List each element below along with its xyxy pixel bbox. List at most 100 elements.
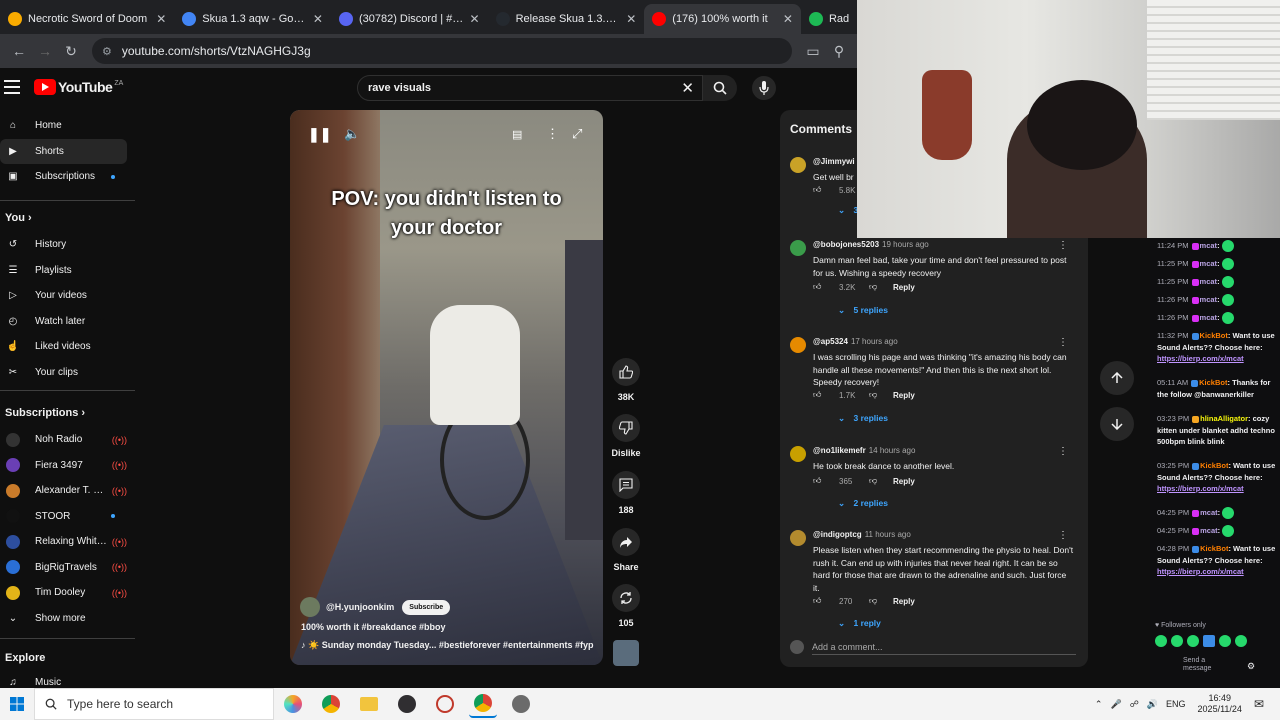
comment-author[interactable]: @ap5324 <box>813 337 848 346</box>
search-button[interactable] <box>703 75 737 101</box>
comment-author[interactable]: @indigoptcg <box>813 530 862 539</box>
chat-username[interactable]: KickBot <box>1200 331 1228 340</box>
previous-short-button[interactable] <box>1100 361 1134 395</box>
sidebar-item-watch-later[interactable]: ◴ Watch later <box>0 309 127 334</box>
more-options-icon[interactable]: ⋮ <box>546 126 559 142</box>
thumbs-down-icon[interactable]: 👎︎ <box>869 282 893 292</box>
like-button[interactable]: 38K <box>607 358 645 402</box>
chat-link[interactable]: https://bierp.com/x/mcat <box>1157 567 1244 576</box>
comment-author[interactable]: @Jimmywi <box>813 157 855 166</box>
commenter-avatar[interactable] <box>790 530 806 546</box>
chat-username[interactable]: KickBot <box>1200 461 1228 470</box>
copilot-icon[interactable] <box>279 690 307 718</box>
chat-username[interactable]: hlinaAlligator <box>1200 414 1248 423</box>
sidebar-subscription[interactable]: BigRigTravels ((•)) <box>0 555 127 580</box>
thumbs-up-icon[interactable]: 👍︎ <box>813 596 839 606</box>
voice-search-button[interactable] <box>752 76 776 100</box>
game-icon[interactable] <box>507 690 535 718</box>
view-replies-button[interactable]: ⌄ 5 replies <box>838 305 888 316</box>
chat-username[interactable]: mcat <box>1200 277 1218 286</box>
start-button[interactable] <box>0 697 34 711</box>
comments-button[interactable]: 188 <box>607 471 645 515</box>
network-icon[interactable]: ☍ <box>1130 699 1139 710</box>
app-icon[interactable] <box>431 690 459 718</box>
sidebar-subscription[interactable]: Noh Radio ((•)) <box>0 427 127 452</box>
commenter-avatar[interactable] <box>790 337 806 353</box>
chat-username[interactable]: mcat <box>1200 259 1218 268</box>
comment-author[interactable]: @bobojones5203 <box>813 240 879 249</box>
sidebar-item-home[interactable]: ⌂ Home <box>0 113 127 138</box>
reply-button[interactable]: Reply <box>893 283 915 292</box>
thumbs-up-icon[interactable]: 👍︎ <box>813 282 839 292</box>
sound-thumbnail[interactable] <box>613 640 639 666</box>
url-field[interactable]: ⚙ youtube.com/shorts/VtzNAGHGJ3g <box>92 38 792 64</box>
commenter-avatar[interactable] <box>790 446 806 462</box>
chat-input-area[interactable]: Send a message ⚙ <box>1155 633 1273 685</box>
chat-username[interactable]: mcat <box>1200 313 1218 322</box>
chat-link[interactable]: https://bierp.com/x/mcat <box>1157 484 1244 493</box>
view-replies-button[interactable]: ⌄ 3 replies <box>838 413 888 424</box>
obs-icon[interactable] <box>393 690 421 718</box>
sidebar-you-heading[interactable]: You › <box>5 212 32 224</box>
sidebar-subscription[interactable]: Relaxing White N...((•)) <box>0 529 127 554</box>
notifications-icon[interactable]: ✉ <box>1254 697 1264 711</box>
emote-icon[interactable] <box>1219 635 1231 647</box>
view-replies-button[interactable]: ⌄ 2 replies <box>838 498 888 509</box>
browser-tab[interactable]: Skua 1.3 aqw - Google S ✕ <box>174 4 331 34</box>
video-music[interactable]: ♪ ☀️ Sunday monday Tuesday... #bestiefor… <box>301 640 601 651</box>
browser-tab[interactable]: Necrotic Sword of Doom ✕ <box>0 4 174 34</box>
sidebar-item-playlists[interactable]: ☰ Playlists <box>0 258 127 283</box>
site-info-icon[interactable]: ⚙ <box>102 45 112 58</box>
thumbs-down-icon[interactable]: 👎︎ <box>869 476 893 486</box>
thumbs-up-icon[interactable]: 👍︎ <box>813 185 839 195</box>
chat-settings-icon[interactable]: ⚙ <box>1247 661 1255 672</box>
commenter-avatar[interactable] <box>790 157 806 173</box>
sidebar-item-history[interactable]: ↺ History <box>0 232 127 257</box>
sidebar-subscription[interactable]: STOOR <box>0 504 127 529</box>
comment-more-icon[interactable]: ⋮ <box>1058 337 1068 348</box>
emote-icon[interactable] <box>1171 635 1183 647</box>
remix-button[interactable]: 105 <box>607 584 645 628</box>
view-replies-button[interactable]: ⌄ 1 reply <box>838 618 881 629</box>
close-tab-icon[interactable]: ✕ <box>156 12 166 26</box>
browser-tab[interactable]: Release Skua 1.3.0.2 - au✕ <box>488 4 645 34</box>
comment-more-icon[interactable]: ⋮ <box>1058 446 1068 457</box>
taskbar-search[interactable]: Type here to search <box>34 688 274 720</box>
reply-button[interactable]: Reply <box>893 391 915 400</box>
language-indicator[interactable]: ENG <box>1166 699 1186 709</box>
sidebar-item-your-clips[interactable]: ✂ Your clips <box>0 360 127 385</box>
comment-more-icon[interactable]: ⋮ <box>1058 530 1068 541</box>
channel-handle[interactable]: @H.yunjoonkim <box>326 602 394 612</box>
reply-button[interactable]: Reply <box>893 597 915 606</box>
sidebar-item-your-videos[interactable]: ▷ Your videos <box>0 283 127 308</box>
chat-username[interactable]: mcat <box>1200 508 1218 517</box>
fullscreen-icon[interactable]: ⤢ <box>572 126 582 142</box>
emote-icon[interactable] <box>1203 635 1215 647</box>
browser-tab[interactable]: Rad <box>801 4 858 34</box>
close-tab-icon[interactable]: ✕ <box>626 12 636 26</box>
search-input[interactable]: rave visuals ✕ <box>357 75 703 101</box>
sidebar-subscription[interactable]: Fiera 3497 ((•)) <box>0 453 127 478</box>
zoom-icon[interactable]: ⚲ <box>826 43 852 60</box>
chat-username[interactable]: KickBot <box>1200 544 1228 553</box>
microphone-tray-icon[interactable]: 🎤 <box>1110 699 1121 710</box>
browser-tab[interactable]: (30782) Discord | #skua ✕ <box>331 4 488 34</box>
sidebar-item-shorts[interactable]: ▶ Shorts <box>0 138 127 164</box>
add-comment-field[interactable]: Add a comment... <box>790 640 1078 655</box>
chat-username[interactable]: mcat <box>1200 295 1218 304</box>
chrome-icon[interactable] <box>317 690 345 718</box>
volume-tray-icon[interactable]: 🔊 <box>1147 699 1158 710</box>
pause-icon[interactable]: ❚❚ <box>308 126 331 143</box>
youtube-logo[interactable]: YouTube ZA <box>34 79 123 95</box>
forward-icon[interactable]: → <box>32 43 58 59</box>
channel-avatar[interactable] <box>300 597 320 617</box>
sidebar-subscription[interactable]: Alexander T. Rose ((•)) <box>0 478 127 503</box>
sidebar-item-liked-videos[interactable]: ☝ Liked videos <box>0 334 127 359</box>
clock[interactable]: 16:49 2025/11/24 <box>1198 693 1242 715</box>
volume-icon[interactable]: 🔈 <box>344 126 360 142</box>
chat-link[interactable]: https://bierp.com/x/mcat <box>1157 354 1244 363</box>
comment-more-icon[interactable]: ⋮ <box>1058 240 1068 251</box>
close-tab-icon[interactable]: ✕ <box>470 12 480 26</box>
chat-username[interactable]: KickBot <box>1199 378 1227 387</box>
menu-icon[interactable] <box>4 80 20 98</box>
